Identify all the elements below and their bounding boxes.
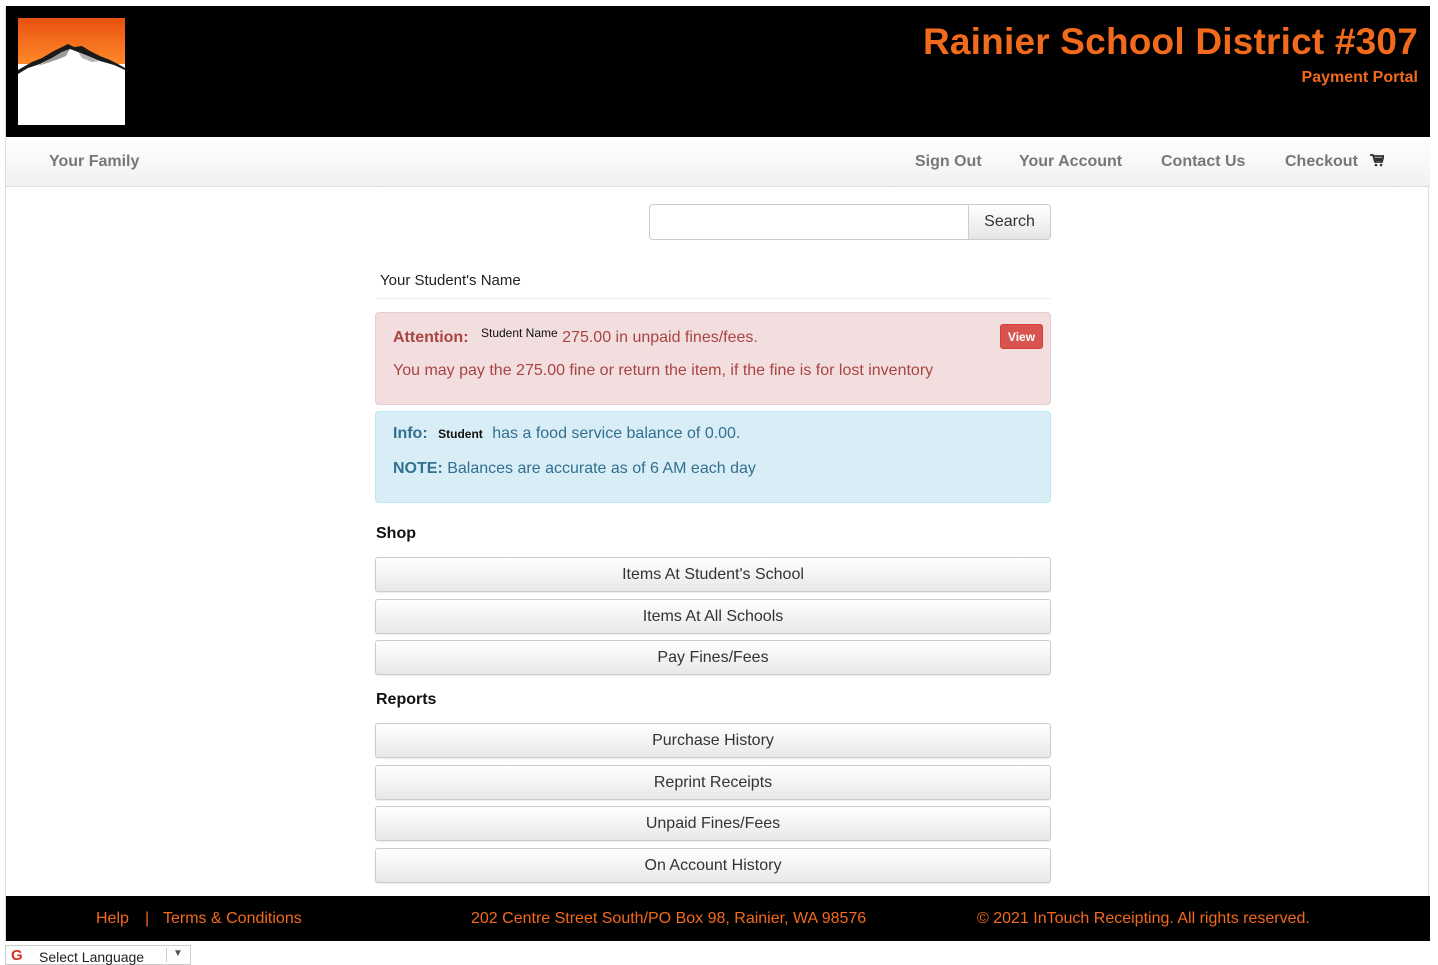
google-translate-icon: G: [11, 947, 23, 964]
items-at-all-schools-button[interactable]: Items At All Schools: [375, 599, 1051, 634]
attention-line-1: Attention: Student Name 275.00 in unpaid…: [393, 326, 758, 347]
shopping-cart-icon: [1370, 153, 1386, 172]
language-selector[interactable]: G Select Language ▼: [5, 945, 191, 965]
district-title: Rainier School District #307: [922, 21, 1418, 62]
attention-alert: Attention: Student Name 275.00 in unpaid…: [375, 312, 1051, 405]
mountain-logo-icon: [18, 18, 125, 125]
info-line-2: NOTE: Balances are accurate as of 6 AM e…: [393, 460, 756, 478]
dropdown-arrow-icon: ▼: [173, 948, 183, 959]
unpaid-fines-fees-button[interactable]: Unpaid Fines/Fees: [375, 806, 1051, 841]
info-student-name: Student: [438, 427, 483, 441]
nav-sign-out[interactable]: Sign Out: [915, 153, 982, 171]
attention-student-name: Student Name: [480, 326, 558, 340]
attention-label: Attention:: [393, 329, 469, 346]
nav-your-family[interactable]: Your Family: [49, 153, 139, 171]
reports-section-title: Reports: [376, 691, 437, 708]
site-footer: Help | Terms & Conditions 202 Centre Str…: [6, 896, 1430, 941]
info-alert: Info: Student has a food service balance…: [375, 411, 1051, 503]
page-frame: Rainier School District #307 Payment Por…: [5, 6, 1430, 941]
district-logo[interactable]: [18, 18, 125, 125]
footer-address: 202 Centre Street South/PO Box 98, Raini…: [471, 910, 867, 927]
language-selector-label: Select Language: [39, 949, 145, 965]
pay-fines-fees-button[interactable]: Pay Fines/Fees: [375, 640, 1051, 675]
shop-section-title: Shop: [376, 525, 416, 542]
info-text: has a food service balance of 0.00.: [492, 425, 741, 442]
info-line-1: Info: Student has a food service balance…: [393, 425, 740, 443]
attention-text: 275.00 in unpaid fines/fees.: [562, 329, 758, 346]
main-navbar: Your Family Sign Out Your Account Contac…: [6, 137, 1430, 187]
view-fines-button[interactable]: View: [1000, 324, 1043, 349]
language-selector-divider: [166, 948, 167, 962]
search-button[interactable]: Search: [968, 204, 1051, 240]
nav-contact-us[interactable]: Contact Us: [1161, 153, 1245, 171]
site-header: Rainier School District #307 Payment Por…: [6, 6, 1430, 137]
footer-terms-link[interactable]: Terms & Conditions: [163, 910, 302, 928]
search-input[interactable]: [649, 204, 969, 240]
heading-divider: [376, 298, 1051, 299]
student-name-heading: Your Student's Name: [380, 272, 521, 289]
nav-your-account[interactable]: Your Account: [1019, 153, 1122, 171]
portal-subtitle: Payment Portal: [1301, 69, 1418, 86]
footer-separator: |: [145, 910, 150, 927]
info-label: Info:: [393, 425, 428, 442]
attention-line-2: You may pay the 275.00 fine or return th…: [393, 362, 934, 379]
reprint-receipts-button[interactable]: Reprint Receipts: [375, 765, 1051, 800]
purchase-history-button[interactable]: Purchase History: [375, 723, 1051, 758]
note-label: NOTE:: [393, 460, 443, 477]
nav-checkout[interactable]: Checkout: [1285, 153, 1386, 172]
footer-copyright: © 2021 InTouch Receipting. All rights re…: [977, 910, 1310, 927]
footer-help-link[interactable]: Help: [96, 910, 129, 928]
items-at-student-school-button[interactable]: Items At Student's School: [375, 557, 1051, 592]
note-text: Balances are accurate as of 6 AM each da…: [447, 460, 756, 477]
on-account-history-button[interactable]: On Account History: [375, 848, 1051, 883]
nav-checkout-label: Checkout: [1285, 153, 1358, 170]
